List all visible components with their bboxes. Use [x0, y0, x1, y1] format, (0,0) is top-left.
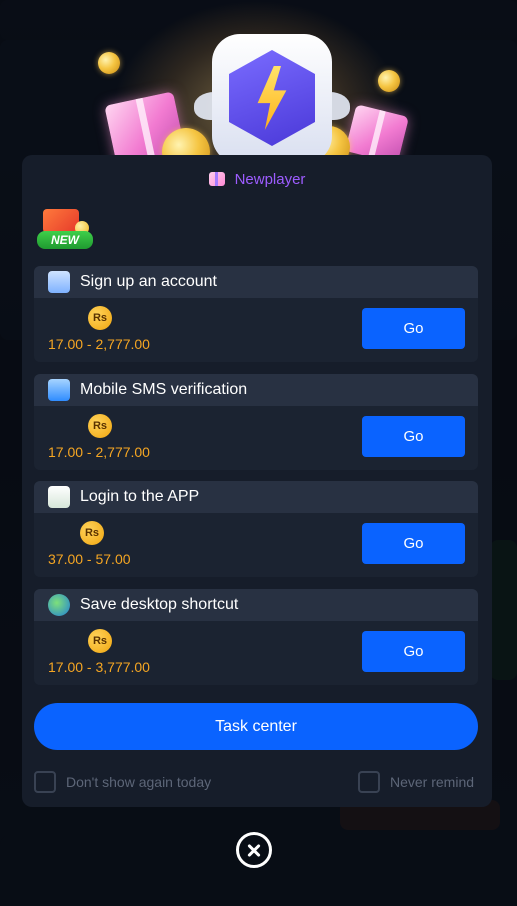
newplayer-modal: Newplayer NEW Sign up an account Rs 17.0… [22, 155, 492, 807]
new-gift-box [43, 209, 79, 233]
modal-title-text: Newplayer [234, 171, 306, 188]
rupee-coin-icon: Rs [88, 629, 112, 653]
rupee-coin-icon: Rs [88, 414, 112, 438]
new-label: NEW [37, 231, 93, 249]
login-arrow-icon [48, 486, 70, 508]
go-button[interactable]: Go [362, 631, 465, 672]
task-name: Sign up an account [80, 273, 217, 290]
go-button[interactable]: Go [362, 523, 465, 564]
gift-icon [208, 172, 225, 186]
never-remind-option[interactable]: Never remind [358, 771, 474, 793]
task-header: Save desktop shortcut [34, 589, 478, 621]
task-header: Mobile SMS verification [34, 374, 478, 406]
coin-icon [98, 52, 120, 74]
task-card-shortcut: Save desktop shortcut Rs 17.00 - 3,777.0… [34, 589, 478, 685]
clipboard-check-icon [48, 271, 70, 293]
task-name: Save desktop shortcut [80, 596, 239, 613]
modal-title: Newplayer [22, 171, 492, 188]
dont-show-today-checkbox[interactable] [34, 771, 56, 793]
task-name: Login to the APP [80, 488, 200, 505]
task-name: Mobile SMS verification [80, 381, 248, 398]
globe-icon [48, 594, 70, 616]
never-remind-checkbox[interactable] [358, 771, 380, 793]
reward-hero-art [22, 0, 492, 160]
go-button[interactable]: Go [362, 308, 465, 349]
task-card-login: Login to the APP Rs 37.00 - 57.00 Go [34, 481, 478, 577]
reward-range: 17.00 - 3,777.00 [48, 659, 150, 675]
dont-show-today-option[interactable]: Don't show again today [34, 771, 211, 793]
coin-icon [378, 70, 400, 92]
phone-shield-icon [48, 379, 70, 401]
task-center-button[interactable]: Task center [34, 703, 478, 750]
reward-range: 17.00 - 2,777.00 [48, 444, 150, 460]
reward-range: 37.00 - 57.00 [48, 551, 131, 567]
task-card-signup: Sign up an account Rs 17.00 - 2,777.00 G… [34, 266, 478, 362]
go-button[interactable]: Go [362, 416, 465, 457]
reward-range: 17.00 - 2,777.00 [48, 336, 150, 352]
rupee-coin-icon: Rs [80, 521, 104, 545]
task-header: Sign up an account [34, 266, 478, 298]
dont-show-today-label: Don't show again today [66, 774, 212, 790]
task-header: Login to the APP [34, 481, 478, 513]
close-icon[interactable] [236, 832, 272, 868]
task-card-sms: Mobile SMS verification Rs 17.00 - 2,777… [34, 374, 478, 470]
new-badge: NEW [35, 207, 97, 253]
rupee-coin-icon: Rs [88, 306, 112, 330]
never-remind-label: Never remind [390, 774, 475, 790]
